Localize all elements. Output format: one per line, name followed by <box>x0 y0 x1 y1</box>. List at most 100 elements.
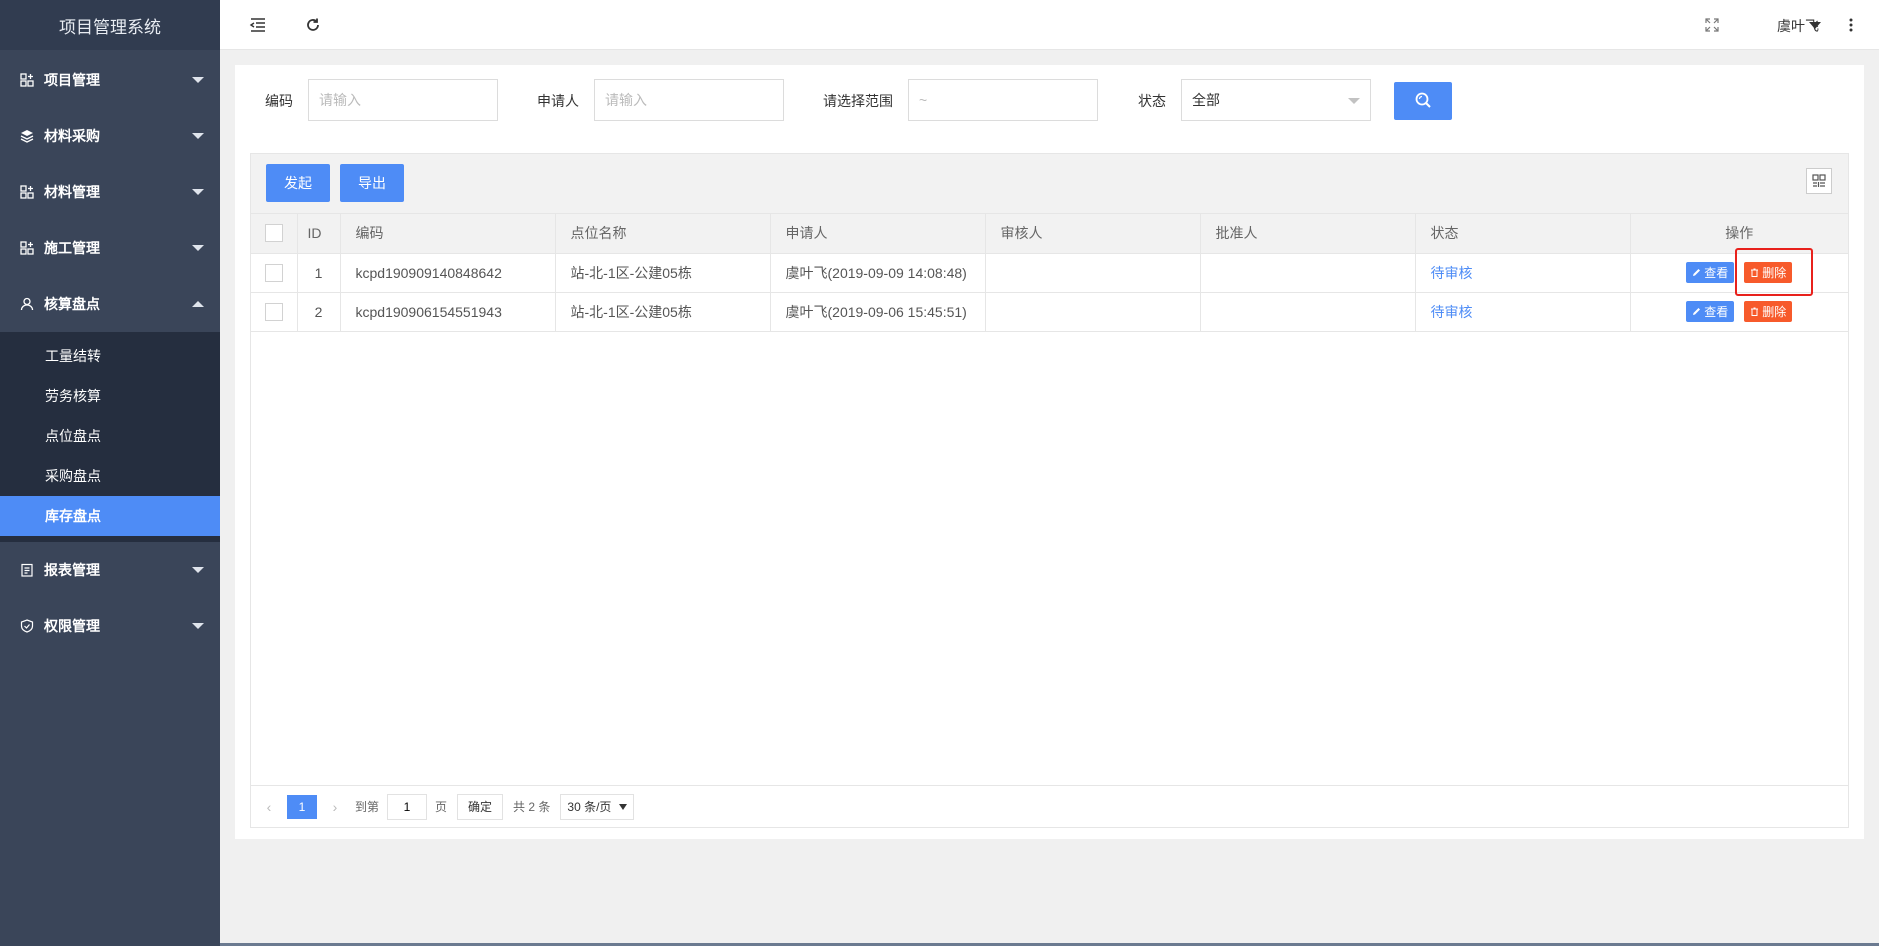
delete-button-label: 删除 <box>1762 266 1787 280</box>
chevron-down-icon <box>192 189 204 195</box>
main-card: 编码 申请人 请选择范围 状态 全部 发起 导出 <box>235 65 1864 839</box>
grid-plus-icon <box>20 241 34 255</box>
row-checkbox[interactable] <box>264 302 283 321</box>
sidebar-item-purchase[interactable]: 材料采购 <box>0 108 220 164</box>
cell-applicant: 虞叶飞(2019-09-06 15:45:51) <box>770 292 986 332</box>
grid-plus-icon <box>20 73 34 87</box>
sidebar-item-label: 材料采购 <box>44 128 100 144</box>
cell-point: 站-北-1区-公建05栋 <box>555 253 771 293</box>
table-toolbar: 发起 导出 <box>251 154 1848 214</box>
sidebar-item-label: 报表管理 <box>44 562 100 578</box>
view-button-label: 查看 <box>1704 266 1729 280</box>
column-header-reviewer: 审核人 <box>985 214 1201 254</box>
chevron-down-icon <box>192 567 204 573</box>
row-select-cell <box>251 253 298 293</box>
edit-icon <box>1693 269 1701 276</box>
edit-icon <box>1693 308 1701 315</box>
view-button[interactable]: 查看 <box>1686 262 1735 283</box>
column-header-applicant: 申请人 <box>770 214 986 254</box>
sidebar-subitem-point-inventory[interactable]: 点位盘点 <box>0 416 220 456</box>
row-checkbox[interactable] <box>264 263 283 282</box>
date-range-input[interactable] <box>908 79 1098 121</box>
trash-icon <box>1751 307 1759 316</box>
more-vertical-icon[interactable] <box>1841 15 1861 35</box>
cell-applicant: 虞叶飞(2019-09-09 14:08:48) <box>770 253 986 293</box>
chevron-down-icon <box>192 623 204 629</box>
select-all-cell <box>251 214 298 254</box>
cell-reviewer <box>985 253 1201 293</box>
code-input[interactable] <box>308 79 498 121</box>
sidebar-item-construction[interactable]: 施工管理 <box>0 220 220 276</box>
cell-status: 待审核 <box>1415 292 1631 332</box>
menu-fold-icon[interactable] <box>248 15 268 35</box>
sidebar-item-label: 项目管理 <box>44 72 100 88</box>
cell-approver <box>1200 253 1416 293</box>
report-icon <box>20 563 34 577</box>
row-select-cell <box>251 292 298 332</box>
column-header-approver: 批准人 <box>1200 214 1416 254</box>
user-icon <box>20 297 34 311</box>
applicant-input[interactable] <box>594 79 784 121</box>
status-link[interactable]: 待审核 <box>1431 265 1473 281</box>
submenu-accounting: 工量结转 劳务核算 点位盘点 采购盘点 库存盘点 <box>0 332 220 542</box>
table-container: 发起 导出 ID 编码 点位名称 申请人 审核人 批准人 状态 操作 1 kcp… <box>250 153 1849 828</box>
sidebar-item-accounting[interactable]: 核算盘点 <box>0 276 220 332</box>
sidebar-item-project[interactable]: 项目管理 <box>0 52 220 108</box>
column-header-status: 状态 <box>1415 214 1631 254</box>
top-header: 虞叶飞 <box>220 0 1879 50</box>
search-button[interactable] <box>1394 82 1452 120</box>
goto-page-input[interactable] <box>387 793 428 820</box>
column-header-point: 点位名称 <box>555 214 771 254</box>
layers-icon <box>20 129 34 143</box>
column-header-code: 编码 <box>340 214 556 254</box>
chevron-down-icon <box>1809 22 1821 29</box>
page-number-current[interactable]: 1 <box>287 794 317 819</box>
cell-code: kcpd190909140848642 <box>340 253 556 293</box>
refresh-icon[interactable] <box>303 15 323 35</box>
sidebar-item-report[interactable]: 报表管理 <box>0 542 220 598</box>
sidebar-item-label: 施工管理 <box>44 240 100 256</box>
chevron-down-icon <box>192 245 204 251</box>
page-size-value: 30 条/页 <box>567 800 612 814</box>
sidebar-subitem-stock-inventory[interactable]: 库存盘点 <box>0 496 220 536</box>
columns-filter-icon[interactable] <box>1806 168 1832 194</box>
page-size-select[interactable]: 30 条/页 <box>560 793 635 820</box>
cell-actions: 查看 删除 <box>1630 292 1848 332</box>
grid-plus-icon <box>20 185 34 199</box>
column-header-id: ID <box>297 214 341 254</box>
sidebar-item-label: 权限管理 <box>44 618 100 634</box>
sidebar-item-material[interactable]: 材料管理 <box>0 164 220 220</box>
export-button[interactable]: 导出 <box>340 164 404 202</box>
status-label: 状态 <box>1138 93 1166 109</box>
fullscreen-icon[interactable] <box>1702 15 1722 35</box>
cell-id: 1 <box>297 253 341 293</box>
sidebar-subitem-workload[interactable]: 工量结转 <box>0 336 220 376</box>
table-header-row: ID 编码 点位名称 申请人 审核人 批准人 状态 操作 <box>251 214 1848 254</box>
view-button-label: 查看 <box>1704 305 1729 319</box>
status-select[interactable]: 全部 <box>1181 79 1371 121</box>
cell-status: 待审核 <box>1415 253 1631 293</box>
delete-button[interactable]: 删除 <box>1744 262 1793 283</box>
goto-confirm-button[interactable]: 确定 <box>457 793 504 820</box>
view-button[interactable]: 查看 <box>1686 301 1735 322</box>
chevron-down-icon <box>192 133 204 139</box>
applicant-label: 申请人 <box>537 93 579 109</box>
start-button[interactable]: 发起 <box>266 164 330 202</box>
search-icon <box>1414 91 1432 112</box>
sidebar-subitem-labor[interactable]: 劳务核算 <box>0 376 220 416</box>
next-page-icon[interactable]: › <box>323 799 347 815</box>
chevron-up-icon <box>192 301 204 307</box>
prev-page-icon[interactable]: ‹ <box>257 799 281 815</box>
select-all-checkbox[interactable] <box>264 224 283 243</box>
status-link[interactable]: 待审核 <box>1431 304 1473 320</box>
status-select-value: 全部 <box>1192 92 1220 108</box>
cell-reviewer <box>985 292 1201 332</box>
chevron-down-icon <box>619 803 628 810</box>
delete-button[interactable]: 删除 <box>1744 301 1793 322</box>
sidebar-subitem-purchase-inventory[interactable]: 采购盘点 <box>0 456 220 496</box>
column-header-actions: 操作 <box>1630 214 1848 254</box>
cell-actions: 查看 删除 <box>1630 253 1848 293</box>
sidebar-item-permission[interactable]: 权限管理 <box>0 598 220 654</box>
goto-label: 到第 <box>355 800 380 814</box>
cell-code: kcpd190906154551943 <box>340 292 556 332</box>
